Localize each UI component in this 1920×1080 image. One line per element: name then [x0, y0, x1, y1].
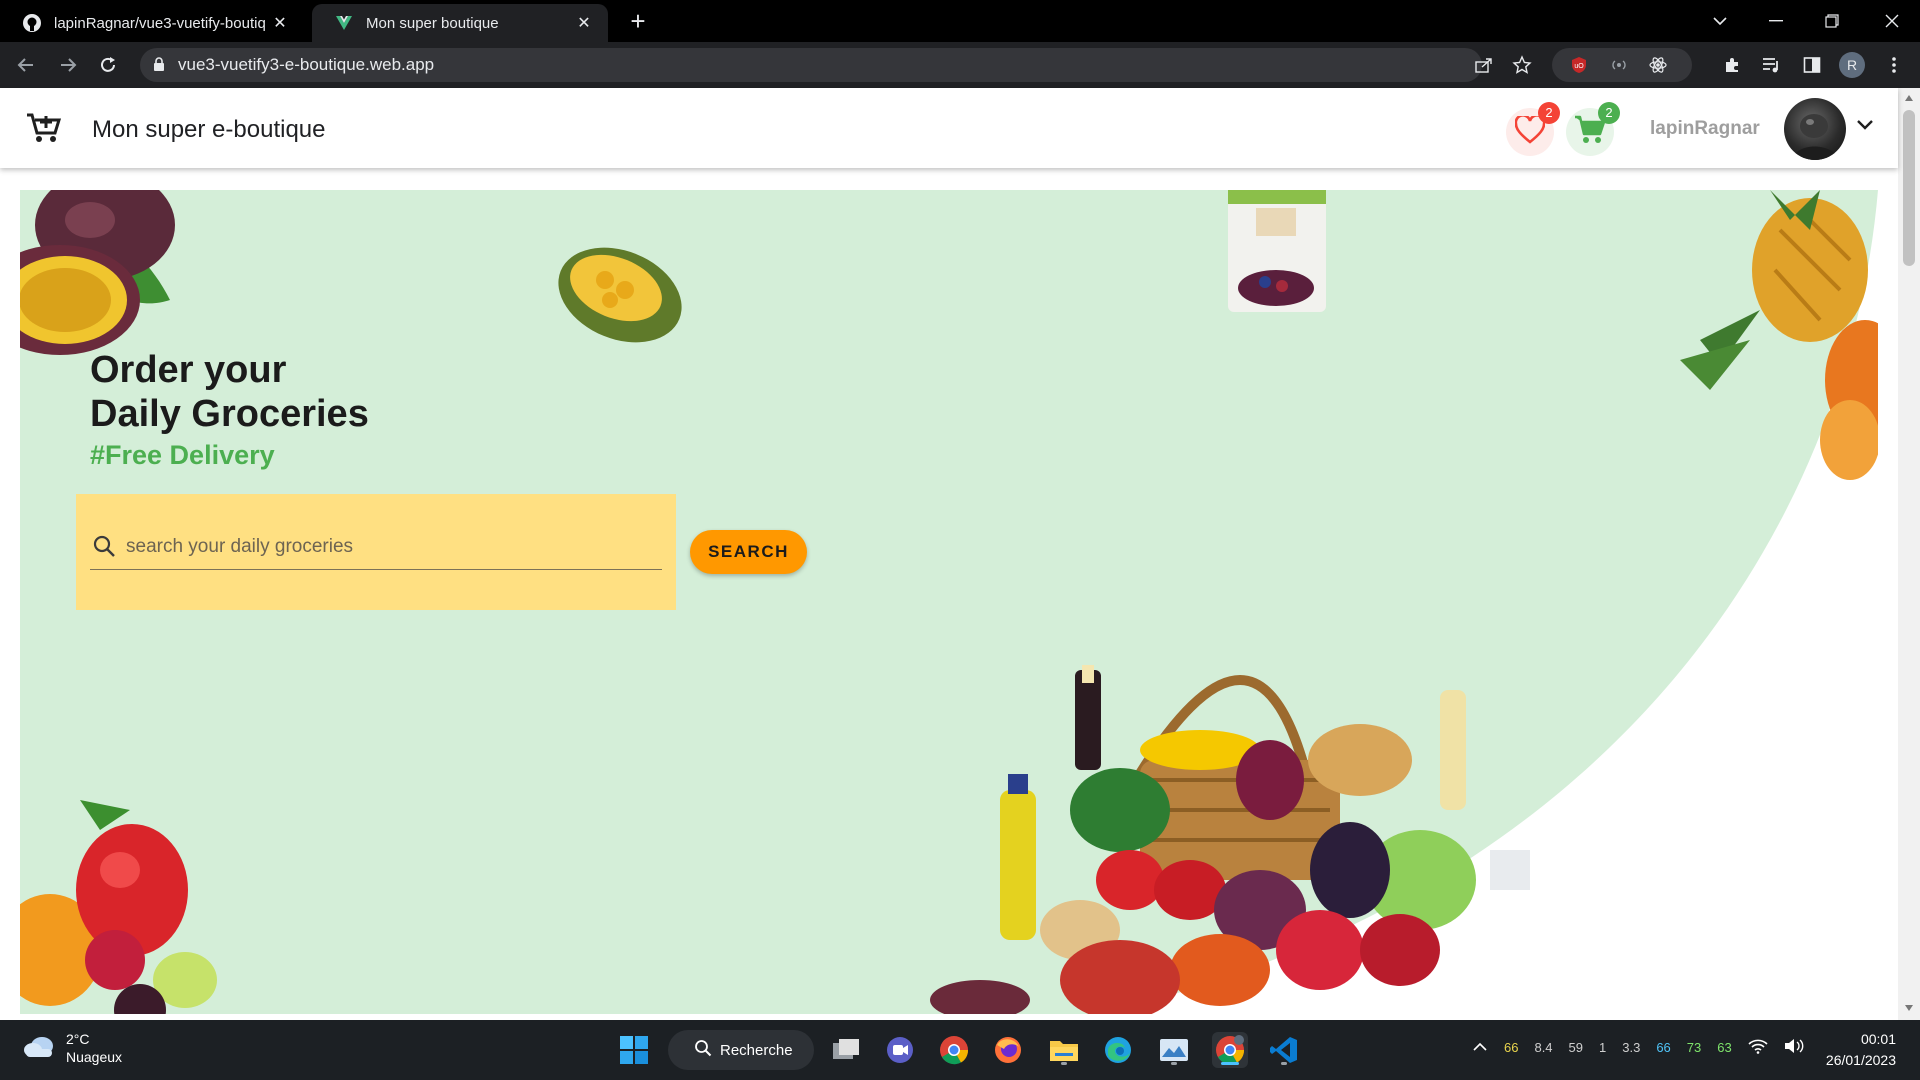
vscode-icon[interactable] [1266, 1032, 1302, 1068]
favorites-badge: 2 [1538, 102, 1560, 124]
github-icon [22, 13, 42, 33]
tray-stat: 66 [1656, 1040, 1671, 1055]
vue-icon [334, 13, 354, 33]
tab-boutique[interactable]: Mon super boutique ✕ [312, 4, 608, 42]
cart-button[interactable]: 2 [1566, 102, 1620, 156]
photos-icon[interactable] [1156, 1032, 1192, 1068]
chrome-profile-icon[interactable] [1212, 1032, 1248, 1068]
tray-stat: 3.3 [1622, 1040, 1641, 1055]
weather-temperature: 2°C [66, 1031, 90, 1047]
close-icon[interactable]: ✕ [574, 13, 594, 33]
weather-description: Nuageux [66, 1049, 123, 1065]
avatar[interactable] [1784, 98, 1846, 160]
show-hidden-icons[interactable] [1472, 1040, 1488, 1055]
scroll-down-icon[interactable] [1904, 1004, 1914, 1012]
running-indicator [1171, 1062, 1177, 1065]
svg-text:uO: uO [1574, 63, 1584, 70]
profile-avatar-button[interactable]: R [1836, 49, 1868, 81]
media-queue-icon[interactable] [1756, 49, 1788, 81]
hero-title-line2: Daily Groceries [90, 393, 369, 435]
system-tray: 66 8.4 59 1 3.3 66 73 63 [1472, 1038, 1820, 1057]
hero-heading: Order your Daily Groceries #Free Deliver… [90, 348, 369, 471]
address-bar[interactable]: vue3-vuetify3-e-boutique.web.app [140, 48, 1532, 82]
file-explorer-icon[interactable] [1046, 1032, 1082, 1068]
close-icon[interactable]: ✕ [270, 13, 290, 33]
running-indicator [1061, 1062, 1067, 1065]
weather-widget[interactable]: 2°C Nuageux [22, 1030, 122, 1066]
running-indicator [1221, 1062, 1239, 1065]
task-view-icon[interactable] [828, 1032, 864, 1068]
tray-stat: 1 [1599, 1040, 1607, 1055]
windows-taskbar: 2°C Nuageux Recherche 66 8.4 59 1 3.3 66… [0, 1020, 1920, 1080]
taskbar-search-label: Recherche [720, 1041, 793, 1059]
scroll-up-icon[interactable] [1904, 94, 1914, 102]
broadcast-icon[interactable] [1610, 56, 1628, 79]
volume-icon[interactable] [1784, 1038, 1804, 1057]
cloud-icon [22, 1034, 56, 1063]
search-box [76, 494, 676, 610]
system-clock[interactable]: 00:01 26/01/2023 [1812, 1029, 1896, 1071]
chevron-down-icon[interactable] [1856, 118, 1874, 136]
search-icon [694, 1039, 712, 1061]
tray-stat: 59 [1568, 1040, 1584, 1055]
browser-toolbar: vue3-vuetify3-e-boutique.web.app uO R [0, 42, 1920, 88]
tray-stat: 73 [1686, 1040, 1702, 1055]
browser-tab-strip: lapinRagnar/vue3-vuetify-boutiq ✕ Mon su… [0, 0, 1920, 42]
minimize-button[interactable] [1748, 0, 1804, 42]
close-window-button[interactable] [1864, 0, 1920, 42]
search-input[interactable] [126, 532, 646, 562]
app-title[interactable]: Mon super e-boutique [92, 116, 325, 144]
bookmark-star-icon[interactable] [1512, 55, 1532, 80]
ublock-icon[interactable]: uO [1570, 56, 1588, 79]
url-text: vue3-vuetify3-e-boutique.web.app [178, 55, 435, 74]
clock-date: 26/01/2023 [1825, 1052, 1896, 1068]
tab-search-button[interactable] [1692, 0, 1748, 42]
wifi-icon[interactable] [1748, 1038, 1768, 1057]
chrome-menu-icon[interactable] [1878, 49, 1910, 81]
search-button[interactable]: SEARCH [690, 530, 807, 574]
side-panel-icon[interactable] [1796, 49, 1828, 81]
new-tab-button[interactable]: + [624, 8, 652, 36]
chrome-icon[interactable] [936, 1032, 972, 1068]
tab-github[interactable]: lapinRagnar/vue3-vuetify-boutiq ✕ [0, 4, 304, 42]
profile-initial: R [1839, 52, 1865, 78]
tray-stat: 63 [1717, 1040, 1732, 1055]
scroll-thumb[interactable] [1903, 110, 1915, 266]
hero-tagline: #Free Delivery [90, 440, 275, 470]
hero-banner: Order your Daily Groceries #Free Deliver… [20, 190, 1878, 1014]
forward-button[interactable] [52, 49, 84, 81]
windows-start-icon[interactable] [616, 1032, 652, 1068]
firefox-icon[interactable] [990, 1032, 1026, 1068]
app-header: Mon super e-boutique 2 2 lapinRagnar [0, 88, 1898, 168]
tray-stat: 8.4 [1534, 1040, 1553, 1055]
extensions-group: uO [1552, 48, 1692, 82]
search-field[interactable] [90, 528, 662, 570]
cart-badge: 2 [1598, 102, 1620, 124]
share-icon[interactable] [1474, 56, 1494, 79]
teams-chat-icon[interactable] [882, 1032, 918, 1068]
hero-title-line1: Order your [90, 349, 287, 391]
username[interactable]: lapinRagnar [1650, 118, 1760, 140]
tab-title: Mon super boutique [366, 14, 499, 32]
running-indicator [1281, 1062, 1287, 1065]
back-button[interactable] [10, 49, 42, 81]
favorites-button[interactable]: 2 [1506, 102, 1560, 156]
search-icon [92, 534, 116, 563]
restore-button[interactable] [1804, 0, 1860, 42]
taskbar-search[interactable]: Recherche [668, 1030, 814, 1070]
extensions-puzzle-icon[interactable] [1716, 49, 1748, 81]
tab-title: lapinRagnar/vue3-vuetify-boutiq [54, 14, 266, 32]
lock-icon [152, 56, 166, 77]
clock-time: 00:01 [1860, 1031, 1896, 1047]
react-devtools-icon[interactable] [1648, 55, 1668, 80]
tray-stat: 66 [1504, 1040, 1519, 1055]
cart-plus-icon[interactable] [26, 112, 62, 149]
snack-bag-image [1228, 190, 1326, 312]
page-scrollbar[interactable] [1898, 88, 1920, 1020]
reload-button[interactable] [92, 49, 124, 81]
edge-icon[interactable] [1100, 1032, 1136, 1068]
